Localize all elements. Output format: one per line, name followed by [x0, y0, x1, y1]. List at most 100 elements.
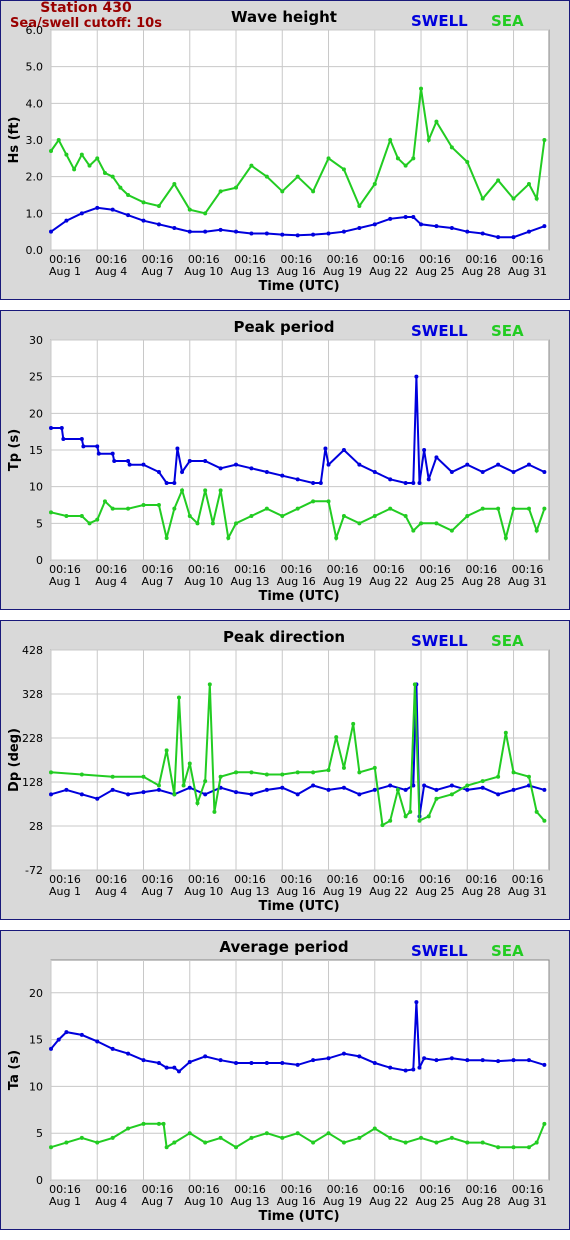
swell-data-point [156, 470, 161, 474]
sea-data-point [203, 779, 208, 784]
swell-data-point [388, 1065, 393, 1070]
y-tick-label: 2.0 [26, 171, 44, 184]
sea-data-point [534, 1140, 539, 1145]
y-tick-label: 10 [29, 481, 43, 494]
sea-data-point [72, 167, 77, 172]
sea-data-point [102, 499, 107, 504]
swell-data-point [422, 448, 427, 452]
swell-data-point [203, 1054, 208, 1059]
swell-data-point [126, 459, 131, 463]
sea-data-point [195, 801, 200, 806]
x-tick-date: Aug 31 [508, 1195, 547, 1208]
swell-data-point [511, 470, 516, 474]
sea-data-point [249, 163, 254, 168]
x-tick-date: Aug 10 [184, 1195, 223, 1208]
sea-data-point [218, 189, 223, 194]
swell-data-point [496, 1059, 501, 1064]
sea-data-point [280, 514, 285, 518]
swell-data-point [357, 792, 362, 797]
y-axis-label: Tp (s) [7, 429, 22, 471]
sea-data-point [542, 1121, 547, 1126]
swell-data-point [311, 481, 316, 485]
x-tick-date: Aug 10 [184, 575, 223, 588]
sea-data-point [511, 506, 516, 511]
sea-data-point [403, 163, 408, 168]
swell-data-point [141, 1058, 146, 1063]
sea-data-point [341, 167, 346, 172]
legend-swell: SWELL [411, 942, 468, 960]
swell-data-point [79, 437, 84, 441]
sea-data-point [249, 1135, 254, 1140]
x-axis-label: Time (UTC) [258, 899, 339, 914]
swell-data-point [542, 470, 547, 474]
sea-data-point [503, 536, 508, 540]
sea-data-point [295, 1131, 300, 1136]
y-tick-label: 5 [36, 1127, 43, 1140]
swell-data-point [341, 448, 346, 452]
swell-data-point [126, 1051, 131, 1056]
panel-peak-direction: -72 28 128 228 328 428 00:16 Aug 1 00:16 Aug 4 00:… [0, 620, 570, 920]
swell-data-point [295, 1062, 300, 1067]
sea-data-point [264, 1131, 269, 1136]
y-tick-label: 5.0 [26, 61, 44, 74]
y-tick-label: 0.0 [26, 244, 44, 257]
swell-data-point [414, 1000, 419, 1005]
chart-title: Peak direction [223, 628, 345, 646]
sea-data-point [87, 163, 92, 168]
sea-data-point [511, 770, 516, 775]
sea-data-point [172, 182, 177, 186]
sea-data-point [480, 196, 485, 201]
sea-data-point [295, 506, 300, 511]
y-tick-label: 25 [29, 371, 43, 384]
swell-data-point [526, 1058, 531, 1063]
sea-data-point [372, 765, 377, 770]
swell-data-point [414, 374, 419, 379]
sea-data-point [207, 682, 212, 687]
sea-data-point [156, 783, 161, 788]
swell-data-point [187, 229, 192, 234]
sea-data-point [212, 809, 217, 814]
swell-data-point [326, 231, 331, 236]
sea-data-point [64, 1140, 69, 1145]
sea-data-point [264, 506, 269, 511]
swell-data-point [511, 235, 516, 240]
y-tick-label: 3.0 [26, 134, 44, 147]
sea-data-point [172, 1140, 177, 1145]
x-tick-date: Aug 1 [49, 885, 81, 898]
swell-data-point [49, 792, 53, 797]
sea-data-point [511, 1145, 516, 1150]
sea-data-point [218, 774, 223, 779]
swell-data-point [203, 229, 208, 234]
swell-data-point [187, 1060, 192, 1065]
sea-data-point [264, 772, 269, 777]
sea-data-point [419, 1135, 424, 1140]
swell-data-point [180, 470, 185, 474]
swell-data-point [164, 1065, 169, 1070]
swell-data-point [480, 1058, 485, 1063]
swell-data-point [496, 462, 501, 467]
x-tick-date: Aug 31 [508, 575, 547, 588]
swell-data-point [496, 235, 501, 240]
x-tick-date: Aug 28 [462, 1195, 501, 1208]
swell-data-point [295, 792, 300, 797]
sea-data-point [534, 809, 539, 814]
swell-data-point [95, 1039, 100, 1044]
swell-data-point [280, 473, 285, 478]
x-tick-date: Aug 25 [416, 575, 455, 588]
swell-data-point [95, 444, 100, 449]
swell-data-point [203, 459, 208, 463]
sea-data-point [534, 528, 539, 533]
y-tick-label: 6.0 [26, 24, 44, 37]
sea-data-point [480, 779, 485, 784]
y-tick-label: 4.0 [26, 97, 44, 110]
swell-data-point [311, 783, 316, 788]
swell-data-point [422, 1056, 427, 1061]
swell-data-point [96, 451, 101, 456]
sea-data-point [141, 774, 146, 779]
sea-data-point [203, 1140, 208, 1145]
sea-data-point [526, 506, 531, 511]
sea-data-point [503, 730, 508, 735]
swell-data-point [434, 224, 439, 229]
swell-data-point [417, 481, 422, 485]
sea-data-point [234, 521, 239, 526]
